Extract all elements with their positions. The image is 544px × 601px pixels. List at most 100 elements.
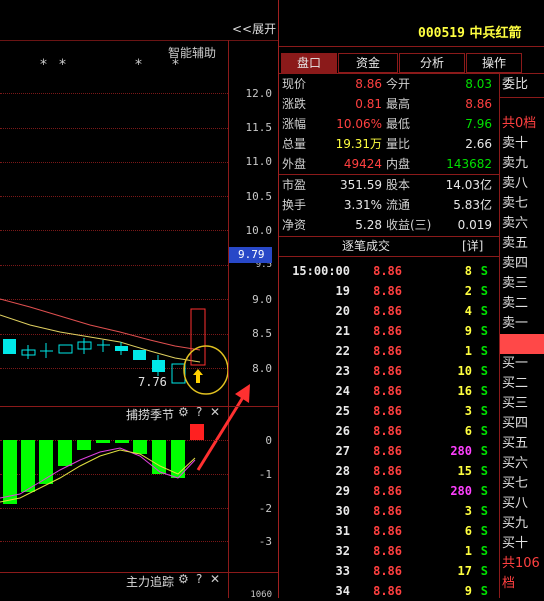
price-marker-bar <box>500 334 544 354</box>
help-icon[interactable]: ? <box>196 572 202 586</box>
trade-volume: 9 <box>464 584 472 598</box>
quote-value: 14.03亿 <box>445 178 492 192</box>
trade-time: 31 <box>335 524 350 538</box>
trade-side: S <box>480 324 488 338</box>
price-tick: 10.0 <box>245 224 273 237</box>
trade-volume: 280 <box>450 444 472 458</box>
trade-side: S <box>480 344 488 358</box>
quote-label: 今开 <box>386 77 411 91</box>
current-price-value: 9.79 <box>238 248 265 261</box>
buy-level: 买四 <box>502 416 529 431</box>
buy-level: 买八 <box>502 496 529 511</box>
quote-label: 量比 <box>386 137 411 151</box>
trade-time: 22 <box>335 344 350 358</box>
trade-price: 8.86 <box>373 524 402 538</box>
trade-price: 8.86 <box>373 444 402 458</box>
tab-analysis[interactable]: 分析 <box>399 53 465 73</box>
tab-operate[interactable]: 操作 <box>466 53 522 73</box>
trade-time: 19 <box>335 284 350 298</box>
trade-side: S <box>480 584 488 598</box>
trade-volume: 6 <box>464 424 472 438</box>
chart-area[interactable]: <<展开 智能辅助 * * * * 12.0 11.5 11.0 10.5 10… <box>0 0 278 600</box>
indicator-tick: -3 <box>258 535 272 548</box>
trade-price: 8.86 <box>373 464 402 478</box>
weibi-label: 委比 <box>502 77 529 92</box>
trade-time: 24 <box>335 384 350 398</box>
marker-star: * <box>172 57 179 73</box>
quote-value: 0.019 <box>457 218 492 232</box>
tab-pankou[interactable]: 盘口 <box>281 53 337 73</box>
gear-icon[interactable]: ⚙ <box>178 405 189 419</box>
trade-time: 34 <box>335 584 350 598</box>
gear-icon[interactable]: ⚙ <box>178 572 189 586</box>
quote-value: 8.86 <box>355 77 382 91</box>
trade-row: 30 8.86 3 S <box>280 501 498 521</box>
trade-row: 22 8.86 1 S <box>280 341 498 361</box>
trade-time: 20 <box>335 304 350 318</box>
quote-value: 49424 <box>343 157 382 171</box>
trades-detail-link[interactable]: [详] <box>462 237 483 254</box>
trade-row: 32 8.86 1 S <box>280 541 498 561</box>
trade-volume: 17 <box>457 564 472 578</box>
trade-volume: 16 <box>457 384 472 398</box>
trade-time: 30 <box>335 504 350 518</box>
trade-time: 33 <box>335 564 350 578</box>
trade-price: 8.86 <box>373 304 402 318</box>
help-icon[interactable]: ? <box>196 405 202 419</box>
sell-level: 卖三 <box>502 276 529 291</box>
buy-level: 买一 <box>502 356 529 371</box>
trade-row: 34 8.86 9 S <box>280 581 498 601</box>
candle <box>190 308 206 366</box>
quote-value: 351.59 <box>340 178 382 192</box>
trade-row: 33 8.86 17 S <box>280 561 498 581</box>
marker-star: * <box>59 57 66 73</box>
trade-side: S <box>480 444 488 458</box>
quote-label: 内盘 <box>386 157 411 171</box>
buy-level: 买二 <box>502 376 529 391</box>
sell-level: 卖四 <box>502 256 529 271</box>
quote-value: 8.86 <box>465 97 492 111</box>
sell-level: 卖六 <box>502 216 529 231</box>
price-tick: 8.5 <box>252 327 272 340</box>
trade-price: 8.86 <box>373 544 402 558</box>
trade-row: 25 8.86 3 S <box>280 401 498 421</box>
trade-price: 8.86 <box>373 424 402 438</box>
buy-level: 买七 <box>502 476 529 491</box>
candle <box>58 344 73 354</box>
trade-price: 8.86 <box>373 344 402 358</box>
sell-level: 卖九 <box>502 156 529 171</box>
trade-side: S <box>480 264 488 278</box>
trade-side: S <box>480 544 488 558</box>
stock-code: 000519 <box>418 26 465 41</box>
price-tick: 11.5 <box>245 121 273 134</box>
tab-funds[interactable]: 资金 <box>338 53 398 73</box>
buy-level: 买六 <box>502 456 529 471</box>
quote-label: 最低 <box>386 117 411 131</box>
trade-price: 8.86 <box>373 504 402 518</box>
close-icon[interactable]: ✕ <box>210 405 220 419</box>
trade-side: S <box>480 424 488 438</box>
sell-count: 共0档 <box>502 116 537 131</box>
trade-side: S <box>480 564 488 578</box>
trade-price: 8.86 <box>373 584 402 598</box>
quote-value: 10.06% <box>336 117 382 131</box>
trade-row: 24 8.86 16 S <box>280 381 498 401</box>
quote-value: 8.03 <box>465 77 492 91</box>
trade-price: 8.86 <box>373 364 402 378</box>
indicator-tick: 0 <box>265 434 272 447</box>
trade-time: 28 <box>335 464 350 478</box>
trade-volume: 3 <box>464 504 472 518</box>
trade-price: 8.86 <box>373 564 402 578</box>
trade-side: S <box>480 484 488 498</box>
close-icon[interactable]: ✕ <box>210 572 220 586</box>
buy-level: 买三 <box>502 396 529 411</box>
expand-button[interactable]: <<展开 <box>232 20 276 37</box>
indicator2-name[interactable]: 主力追踪 <box>126 573 174 590</box>
trade-row: 15:00:00 8.86 8 S <box>280 261 498 281</box>
indicator1-chart[interactable] <box>0 420 228 520</box>
trade-side: S <box>480 524 488 538</box>
trade-price: 8.86 <box>373 384 402 398</box>
indicator2-tick: 1060 <box>250 590 272 600</box>
sell-level: 卖七 <box>502 196 529 211</box>
trade-row: 21 8.86 9 S <box>280 321 498 341</box>
